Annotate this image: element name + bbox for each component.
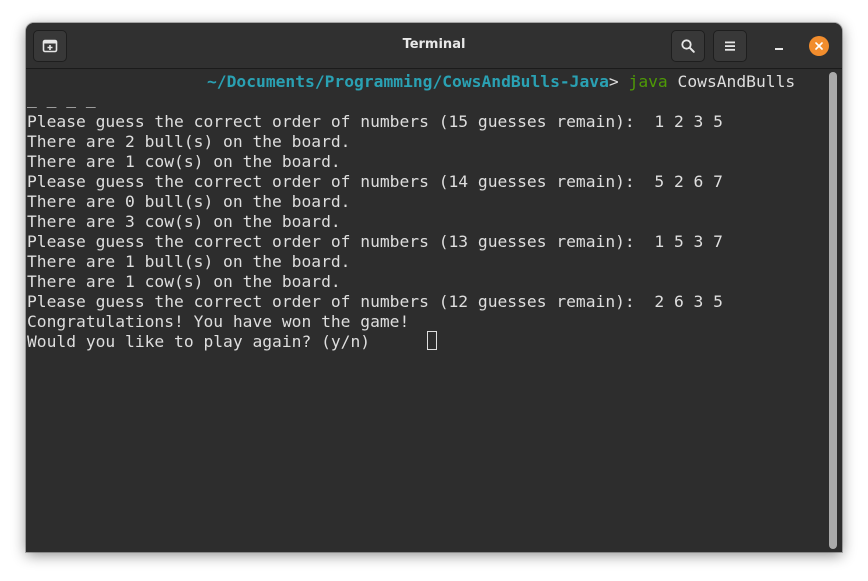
output-line-input-prompt: Would you like to play again? (y/n) (27, 332, 371, 351)
output-line: Congratulations! You have won the game! (27, 312, 410, 331)
output-line: There are 1 cow(s) on the board. (27, 272, 341, 291)
prompt-path: ~/Documents/Programming/CowsAndBulls-Jav… (207, 72, 609, 91)
vertical-scrollbar[interactable] (829, 72, 837, 550)
output-line: There are 1 cow(s) on the board. (27, 152, 341, 171)
menu-button[interactable] (713, 30, 747, 62)
minimize-button[interactable] (766, 35, 792, 57)
output-line: Please guess the correct order of number… (27, 172, 723, 191)
prompt-symbol: > (608, 72, 619, 91)
terminal-output[interactable]: ~/Documents/Programming/CowsAndBulls-Jav… (26, 69, 826, 552)
output-line: There are 0 bull(s) on the board. (27, 192, 351, 211)
output-line: Please guess the correct order of number… (27, 112, 723, 131)
command-arg: CowsAndBulls (677, 72, 796, 91)
output-line: There are 1 bull(s) on the board. (27, 252, 351, 271)
search-icon (681, 39, 695, 53)
text-cursor (427, 331, 437, 350)
output-line: There are 3 cow(s) on the board. (27, 212, 341, 231)
close-icon (815, 42, 823, 50)
output-line: Please guess the correct order of number… (27, 232, 723, 251)
minimize-icon (775, 48, 783, 50)
command-bin: java (628, 72, 668, 91)
search-button[interactable] (671, 30, 705, 62)
terminal-window: Terminal ~/Documents/Programming/CowsAnd… (26, 23, 842, 552)
close-button[interactable] (809, 36, 829, 56)
scrollbar-thumb[interactable] (829, 72, 837, 549)
hamburger-menu-icon (725, 41, 735, 51)
output-line: Please guess the correct order of number… (27, 292, 723, 311)
header-bar: Terminal (26, 23, 842, 69)
output-line: There are 2 bull(s) on the board. (27, 132, 351, 151)
output-line-board: _ _ _ _ (27, 89, 96, 108)
prompt-line: ~/Documents/Programming/CowsAndBulls-Jav… (207, 72, 795, 92)
